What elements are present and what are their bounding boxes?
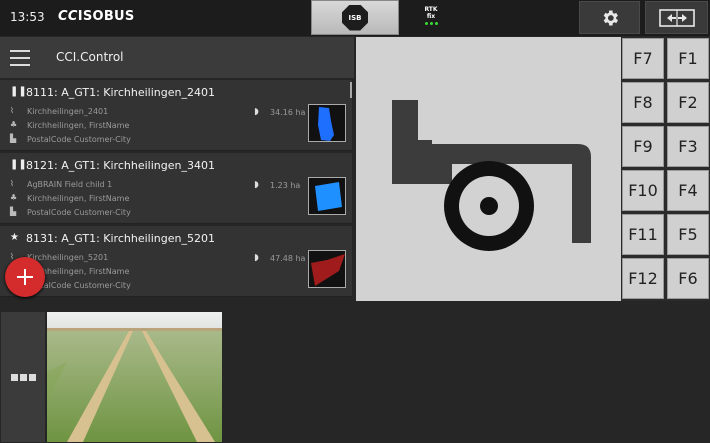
app-title: CCI.Control — [56, 50, 124, 64]
pause-icon: ❚❚ — [10, 159, 27, 170]
softkey-f2[interactable]: F2 — [667, 82, 709, 123]
task-field: Kirchheilingen_2401 — [27, 107, 109, 116]
isb-button[interactable]: ISB — [311, 0, 399, 35]
star-icon: ★ — [10, 232, 19, 243]
field-camera-image — [47, 312, 222, 442]
task-area: 1.23 ha — [270, 181, 301, 190]
task-title: 8131: A_GT1: Kirchheilingen_5201 — [26, 232, 215, 245]
gear-icon — [603, 10, 618, 25]
rtk-status: RTK fix — [420, 6, 442, 25]
field-icon: ⌇ — [10, 106, 14, 115]
isb-stop-icon: ISB — [342, 4, 368, 31]
task-field: AgBRAIN Field child 1 — [27, 180, 113, 189]
task-field: Kirchheilingen_5201 — [27, 253, 109, 262]
task-address: PostalCode Customer-City — [27, 208, 131, 217]
machine-display[interactable] — [356, 37, 621, 301]
task-customer: Kirchheilingen, FirstName — [27, 121, 130, 130]
area-icon: ◗ — [254, 180, 259, 190]
more-apps-icon — [10, 373, 37, 381]
swap-view-button[interactable] — [645, 1, 708, 34]
rtk-signal-icon — [420, 22, 442, 25]
terminal-screen: 13:53 CCISOBUS ISB RTK fix CCI.Control ❚… — [0, 0, 710, 443]
pause-icon: ❚❚ — [10, 86, 27, 97]
swap-screens-icon — [658, 8, 695, 27]
app-header: CCI.Control — [0, 37, 354, 78]
task-address: PostalCode Customer-City — [27, 135, 131, 144]
field-boundary-thumbnail — [308, 177, 346, 215]
task-area: 47.48 ha — [270, 254, 306, 263]
task-area: 34.16 ha — [270, 108, 306, 117]
hamburger-menu-icon[interactable] — [10, 50, 30, 66]
softkey-f4[interactable]: F4 — [667, 170, 709, 211]
farm-icon: ▙ — [10, 207, 17, 216]
softkey-f6[interactable]: F6 — [667, 258, 709, 299]
list-scrollbar[interactable] — [350, 82, 352, 98]
area-icon: ◗ — [254, 107, 259, 117]
settings-button[interactable] — [579, 1, 640, 34]
customer-icon: ♣ — [10, 193, 18, 202]
trailer-implement-icon — [392, 100, 591, 251]
field-boundary-thumbnail — [308, 104, 346, 142]
farm-icon: ▙ — [10, 134, 17, 143]
softkey-f3[interactable]: F3 — [667, 126, 709, 167]
status-bar: 13:53 CCISOBUS ISB RTK fix — [0, 0, 710, 36]
app-switcher-button[interactable] — [1, 312, 45, 442]
plus-icon — [17, 269, 33, 285]
task-customer: Kirchheilingen, FirstName — [27, 194, 130, 203]
task-title: 8121: A_GT1: Kirchheilingen_3401 — [26, 159, 215, 172]
softkey-f12[interactable]: F12 — [622, 258, 664, 299]
task-list[interactable]: ❚❚ 8111: A_GT1: Kirchheilingen_2401 ⌇ Ki… — [0, 80, 352, 300]
softkey-f9[interactable]: F9 — [622, 126, 664, 167]
softkey-f10[interactable]: F10 — [622, 170, 664, 211]
softkey-f1[interactable]: F1 — [667, 38, 709, 79]
task-card[interactable]: ❚❚ 8111: A_GT1: Kirchheilingen_2401 ⌇ Ki… — [0, 80, 352, 151]
brand-logo: CCISOBUS — [58, 9, 135, 24]
task-title: 8111: A_GT1: Kirchheilingen_2401 — [26, 86, 215, 99]
area-icon: ◗ — [254, 253, 259, 263]
field-boundary-thumbnail — [308, 250, 346, 288]
task-card[interactable]: ❚❚ 8121: A_GT1: Kirchheilingen_3401 ⌇ Ag… — [0, 153, 352, 224]
softkey-f7[interactable]: F7 — [622, 38, 664, 79]
softkey-f11[interactable]: F11 — [622, 214, 664, 255]
task-card[interactable]: ★ 8131: A_GT1: Kirchheilingen_5201 ⌇ Kir… — [0, 226, 352, 297]
camera-preview[interactable] — [47, 312, 222, 442]
clock: 13:53 — [10, 10, 45, 24]
customer-icon: ♣ — [10, 120, 18, 129]
field-icon: ⌇ — [10, 179, 14, 188]
function-keys-panel: F7 F1 F8 F2 F9 F3 F10 F4 F11 F5 F12 F6 — [621, 37, 710, 301]
softkey-f8[interactable]: F8 — [622, 82, 664, 123]
add-task-button[interactable] — [5, 257, 45, 297]
softkey-f5[interactable]: F5 — [667, 214, 709, 255]
